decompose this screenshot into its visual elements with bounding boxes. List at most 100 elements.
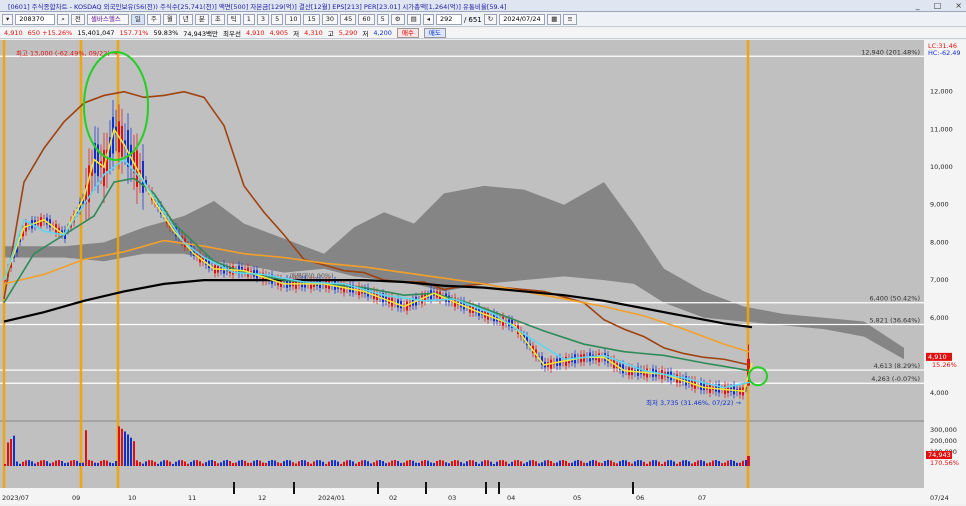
volume-bar bbox=[316, 460, 318, 466]
interval-10-button[interactable]: 10 bbox=[285, 14, 302, 25]
volume-bar bbox=[94, 462, 96, 466]
stock-name-field[interactable]: 셀바스헬스 bbox=[86, 14, 129, 25]
interval-3-button[interactable]: 3 bbox=[256, 14, 270, 25]
period-week-button[interactable]: 주 bbox=[146, 14, 161, 25]
interval-15-button[interactable]: 15 bbox=[303, 14, 320, 25]
volume-bar bbox=[346, 460, 348, 466]
volume-bar bbox=[478, 463, 480, 466]
volume-bar bbox=[34, 463, 36, 466]
volume-bar bbox=[520, 461, 522, 466]
priority-label: 최우선 bbox=[222, 30, 241, 38]
period-month-button[interactable]: 월 bbox=[162, 14, 177, 25]
volume-bar bbox=[463, 463, 465, 466]
volume-bar bbox=[394, 460, 396, 466]
volume-bar bbox=[283, 461, 285, 466]
volume-bar bbox=[637, 460, 639, 466]
period-tick-button[interactable]: 틱 bbox=[226, 14, 241, 25]
period-second-button[interactable]: 초 bbox=[210, 14, 225, 25]
volume-bar bbox=[166, 460, 168, 466]
volume-bar bbox=[706, 463, 708, 466]
price-tick-label: 11,000 bbox=[930, 125, 953, 133]
maximize-button[interactable]: □ bbox=[934, 1, 942, 11]
hline-label-1: 6,400 (50.42%) bbox=[869, 295, 920, 303]
volume-bar bbox=[250, 462, 252, 466]
volume-bar bbox=[367, 461, 369, 466]
arrow-left-icon[interactable]: ◂ bbox=[422, 14, 434, 25]
time-tick-label: 07 bbox=[698, 494, 706, 502]
volume-bar bbox=[157, 463, 159, 466]
stock-chart[interactable]: 12,940 (201.48%) 6,400 (50.42%) 5,821 (36.… bbox=[0, 40, 966, 504]
event-tick-0 bbox=[233, 482, 235, 494]
volume-bar bbox=[79, 462, 81, 466]
interval-custom-button[interactable]: 5 bbox=[376, 14, 389, 25]
candle-body bbox=[127, 130, 129, 167]
price-tick-label: 7,000 bbox=[930, 276, 949, 284]
price-tick-label: 12,000 bbox=[930, 88, 953, 96]
volume-bar bbox=[184, 461, 186, 466]
menu-icon[interactable]: ▾ bbox=[2, 14, 14, 25]
interval-5-button[interactable]: 5 bbox=[271, 14, 284, 25]
period-minute-button[interactable]: 분 bbox=[194, 14, 209, 25]
period-year-button[interactable]: 년 bbox=[178, 14, 193, 25]
list-icon[interactable]: ≡ bbox=[563, 14, 577, 25]
volume-bar bbox=[718, 460, 720, 466]
interval-60-button[interactable]: 60 bbox=[358, 14, 375, 25]
volume-bar bbox=[109, 462, 111, 466]
interval-30-button[interactable]: 30 bbox=[321, 14, 339, 25]
search-icon[interactable]: ⌕ bbox=[57, 14, 69, 25]
volume-bar bbox=[37, 462, 39, 466]
volume-bar bbox=[673, 461, 675, 466]
data-count-input[interactable]: 292 bbox=[436, 14, 462, 25]
date-input[interactable]: 2024/07/24 bbox=[499, 14, 546, 25]
period-day-button[interactable]: 일 bbox=[130, 14, 145, 25]
volume-bar bbox=[697, 460, 699, 466]
volume-bar bbox=[664, 461, 666, 466]
volume-bar bbox=[370, 463, 372, 466]
volume-bar bbox=[289, 460, 291, 466]
sell-button[interactable]: 매도 bbox=[423, 28, 446, 38]
stock-code-input[interactable]: 208370 bbox=[15, 14, 56, 25]
low-price: 4,310 bbox=[304, 29, 323, 37]
volume-bar bbox=[547, 460, 549, 466]
volume-bar bbox=[703, 461, 705, 466]
volume-bar bbox=[631, 463, 633, 466]
volume-bar bbox=[724, 462, 726, 466]
volume-bar bbox=[268, 460, 270, 466]
calendar-icon[interactable]: ▦ bbox=[547, 14, 562, 25]
chart-area[interactable]: 12,940 (201.48%) 6,400 (50.42%) 5,821 (36.… bbox=[0, 40, 966, 504]
volume-bar bbox=[208, 460, 210, 466]
market-button[interactable]: 전 bbox=[70, 14, 85, 25]
interval-1-button[interactable]: 1 bbox=[242, 14, 255, 25]
volume-bar bbox=[319, 460, 321, 466]
volume-bar bbox=[193, 460, 195, 466]
volume-bar bbox=[562, 460, 564, 466]
volume-bar bbox=[229, 460, 231, 466]
volume-bar bbox=[13, 435, 15, 466]
low-label: 저 bbox=[293, 30, 300, 38]
current-volume-label: 74,943 bbox=[928, 451, 951, 459]
price-tick-label: 9,000 bbox=[930, 201, 949, 209]
volume-bar bbox=[124, 431, 126, 466]
candle-body bbox=[142, 161, 144, 193]
volume-bar bbox=[106, 460, 108, 466]
volume-bar bbox=[655, 460, 657, 466]
interval-45-button[interactable]: 45 bbox=[340, 14, 357, 25]
volume-bar bbox=[253, 460, 255, 466]
refresh-icon[interactable]: ↻ bbox=[483, 14, 498, 25]
chart-settings-icon[interactable]: ⚙ bbox=[390, 14, 405, 25]
close-button[interactable]: × bbox=[955, 1, 962, 11]
volume-tick-label: 200,000 bbox=[930, 437, 957, 445]
volume-bar bbox=[145, 461, 147, 466]
minimize-button[interactable]: _ bbox=[916, 1, 920, 11]
price-axis-panel bbox=[924, 40, 966, 504]
buy-button[interactable]: 매수 bbox=[396, 28, 419, 38]
volume-bar bbox=[583, 462, 585, 466]
volume-bar bbox=[160, 461, 162, 466]
price-tick-label: 10,000 bbox=[930, 163, 953, 171]
volume-bar bbox=[151, 460, 153, 466]
chart-type-icon[interactable]: ▤ bbox=[406, 14, 421, 25]
volume-bar bbox=[442, 460, 444, 466]
volume-bar bbox=[505, 461, 507, 466]
time-tick-label: 2024/01 bbox=[318, 494, 345, 502]
volume-bar bbox=[439, 460, 441, 466]
